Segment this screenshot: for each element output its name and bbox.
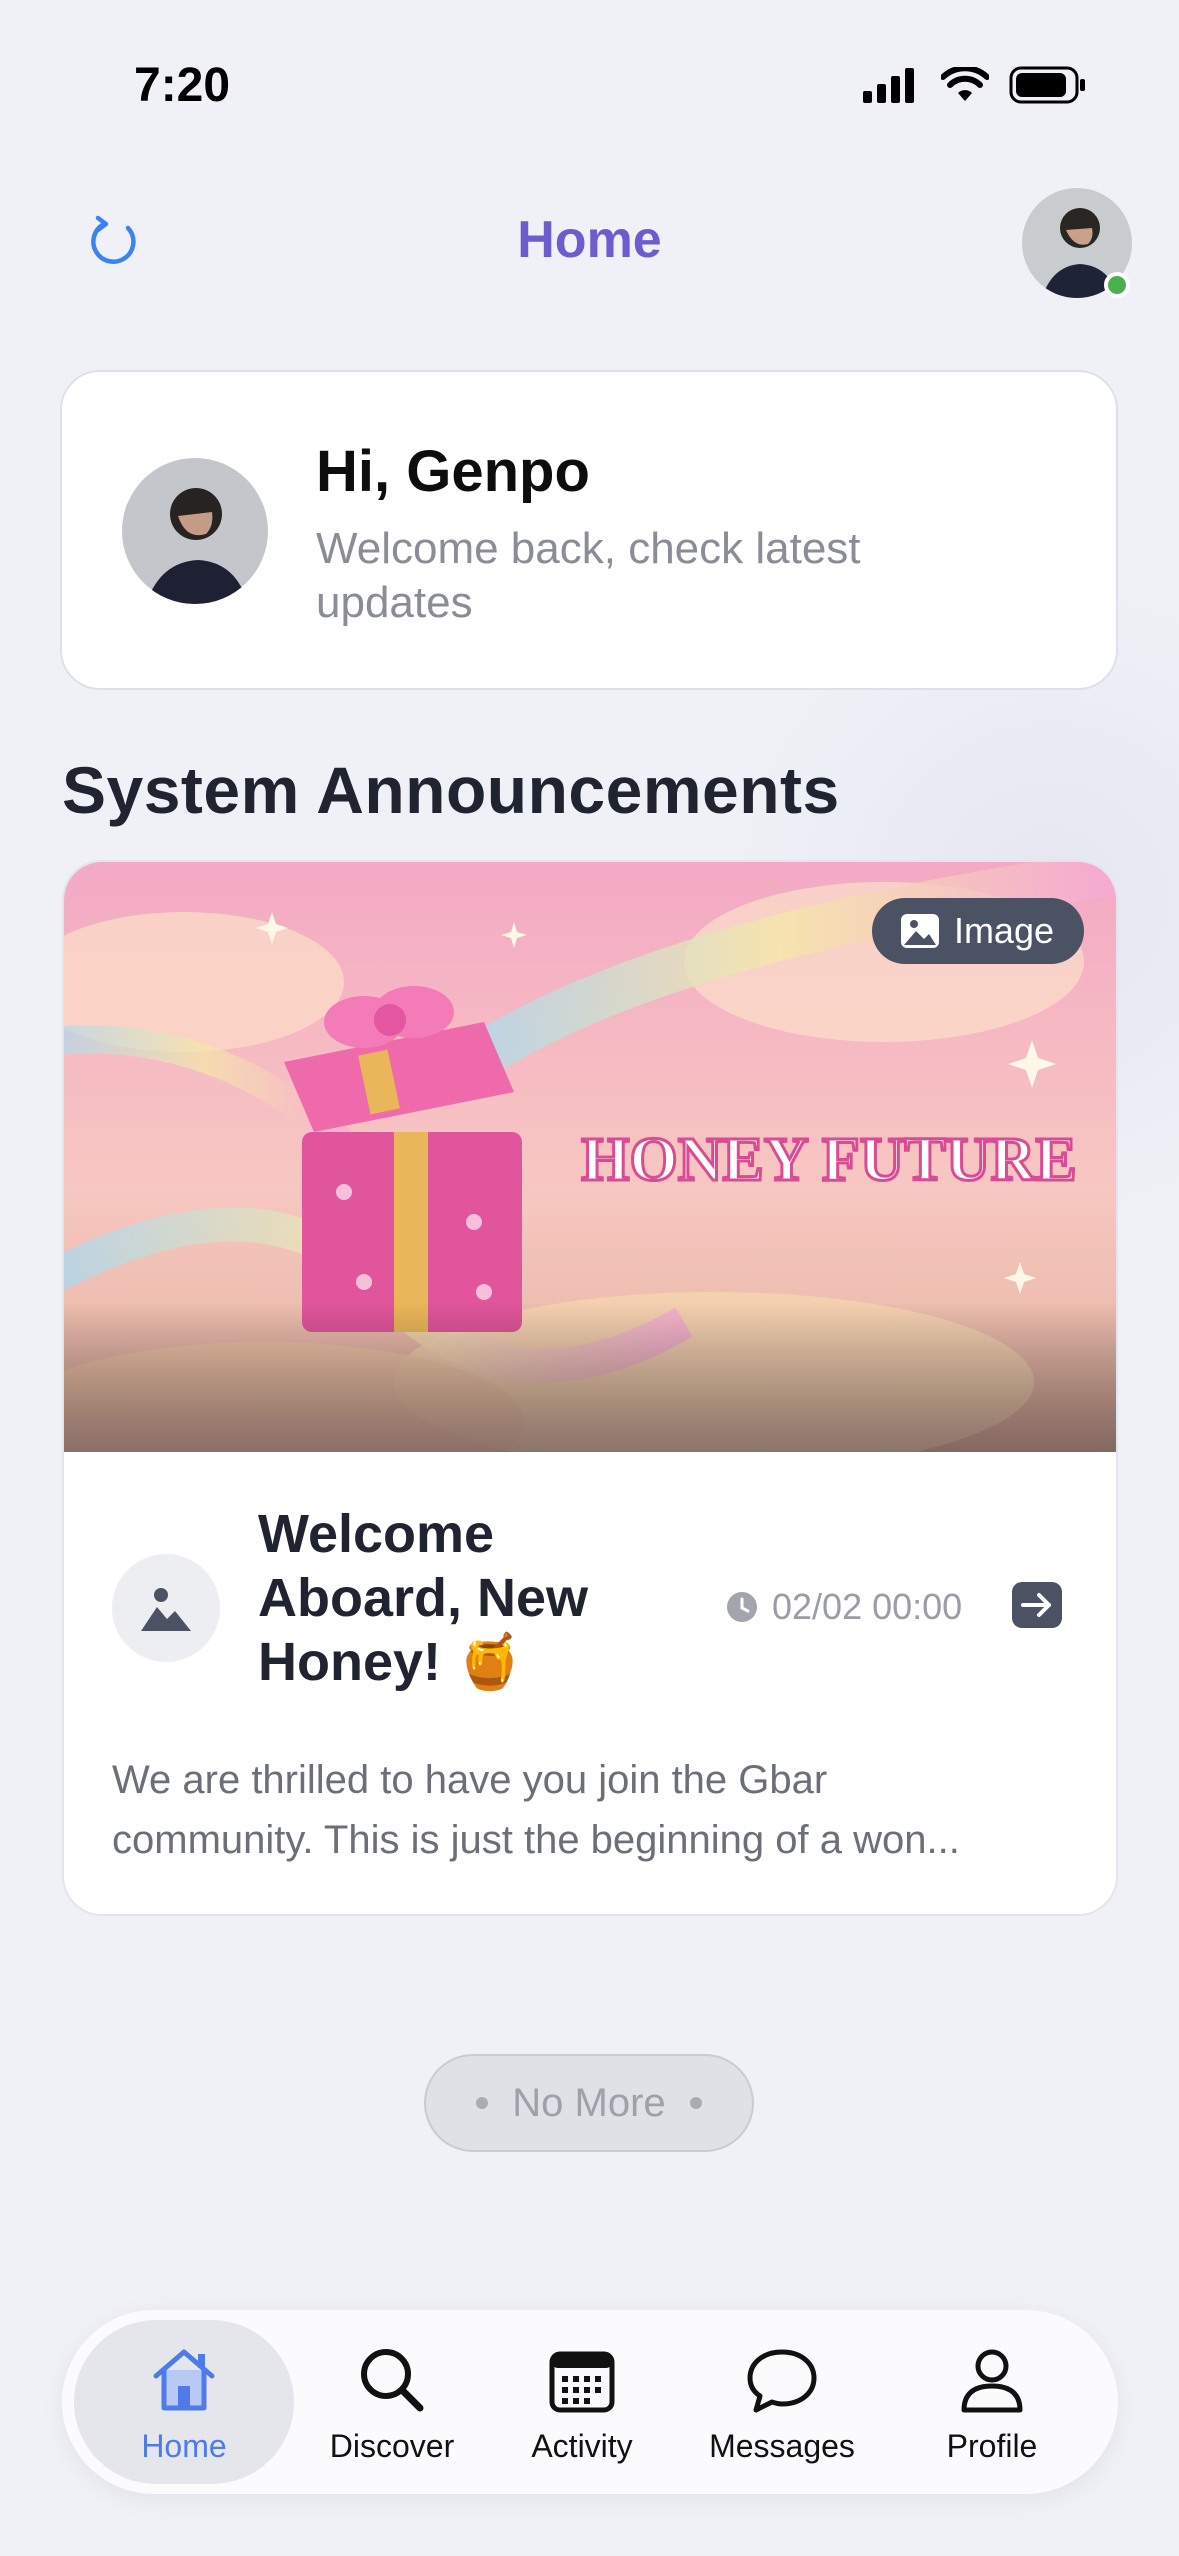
image-badge-label: Image [953, 910, 1054, 951]
tab-discover[interactable]: Discover [302, 2320, 482, 2484]
welcome-subtitle: Welcome back, check latest updates [316, 524, 861, 627]
announcement-body-line-2: community. This is just the beginning of… [112, 1818, 960, 1862]
image-badge-icon [900, 914, 939, 948]
tab-home[interactable]: Home [74, 2320, 294, 2484]
page-title: Home [517, 211, 662, 269]
tab-profile-label: Profile [946, 2427, 1038, 2464]
welcome-greeting: Hi, Genpo [316, 439, 590, 504]
calendar-icon [549, 2351, 615, 2412]
clock-icon [727, 1592, 757, 1622]
tab-discover-label: Discover [329, 2427, 455, 2464]
tab-home-label: Home [141, 2427, 227, 2464]
announcement-banner-image: HONEY FUTURE Image [64, 862, 1116, 1452]
no-more-dot-right [689, 2097, 702, 2109]
image-badge: Image [871, 898, 1084, 964]
wifi-icon [941, 67, 989, 101]
banner-text: HONEY FUTURE [581, 1126, 1076, 1194]
announcement-type-icon [112, 1554, 220, 1662]
status-icons [863, 66, 1087, 104]
chat-bubble-icon [747, 2349, 817, 2412]
tab-profile[interactable]: Profile [892, 2320, 1092, 2484]
online-status-dot [1104, 272, 1130, 298]
welcome-avatar [122, 458, 268, 604]
tab-activity[interactable]: Activity [492, 2320, 672, 2484]
announcement-title: Welcome Aboard, New Honey! 🍯 [258, 1504, 589, 1692]
battery-icon [1009, 66, 1085, 104]
home-icon [153, 2349, 215, 2410]
cellular-signal-icon [863, 68, 914, 103]
announcement-card[interactable]: HONEY FUTURE Image Welcome Aboard, New H… [62, 860, 1118, 1916]
tab-activity-label: Activity [531, 2427, 633, 2464]
tab-messages[interactable]: Messages [682, 2320, 882, 2484]
tab-messages-label: Messages [709, 2427, 855, 2464]
screen: 7:20 Home Hi, Genpo Welcome back, check … [0, 0, 1179, 2556]
bottom-tab-bar: Home Discover Activity Messages Profile [62, 2310, 1118, 2494]
no-more-label: No More [512, 2080, 666, 2125]
no-more-dot-left [476, 2097, 489, 2109]
status-time: 7:20 [134, 59, 231, 112]
search-icon [361, 2348, 424, 2411]
announcement-timestamp-text: 02/02 00:00 [772, 1586, 963, 1627]
person-icon [961, 2349, 1023, 2412]
announcement-body: We are thrilled to have you join the Gba… [112, 1750, 1072, 1870]
open-announcement-button[interactable] [1012, 1582, 1062, 1628]
arrow-right-icon [1021, 1593, 1051, 1617]
section-title: System Announcements [62, 753, 840, 827]
landscape-icon [141, 1588, 191, 1631]
announcement-timestamp: 02/02 00:00 [726, 1586, 962, 1628]
no-more-indicator: No More [424, 2054, 754, 2152]
welcome-card: Hi, Genpo Welcome back, check latest upd… [60, 370, 1118, 690]
announcement-body-line-1: We are thrilled to have you join the Gba… [112, 1758, 828, 1802]
